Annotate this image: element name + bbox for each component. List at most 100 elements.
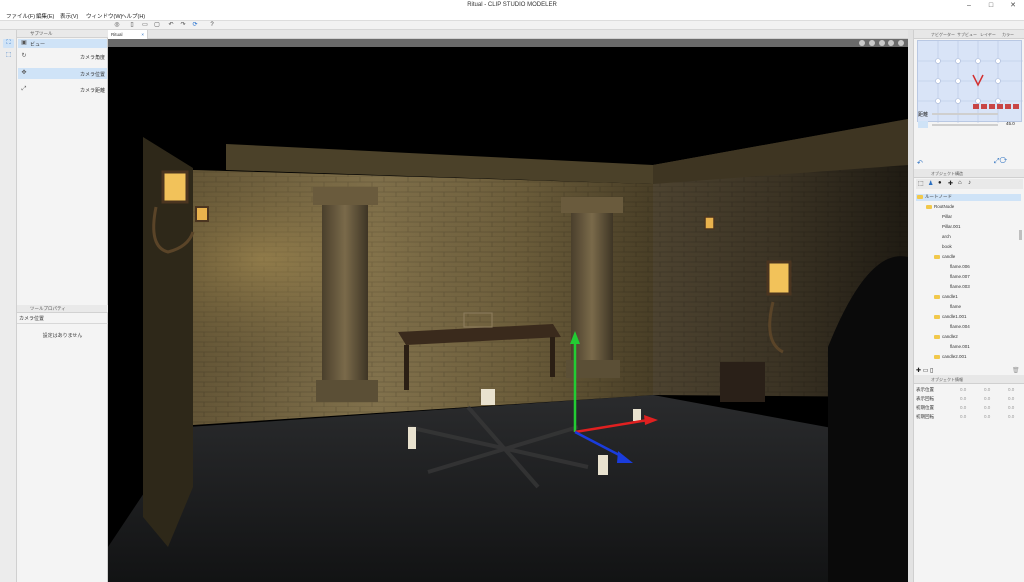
distance-slider[interactable] [932, 124, 998, 126]
window-title: Ritual - CLIP STUDIO MODELER [467, 2, 557, 8]
toolbar: ◎ ▯ ▭ ▢ ↶ ↷ ⟳ ? [0, 21, 1024, 30]
distance-slider-track[interactable] [932, 113, 998, 115]
tree-item-label: candle2 [942, 334, 958, 339]
tree-item[interactable]: flame.001 [950, 344, 970, 349]
transform-value[interactable]: 0.0 [984, 396, 990, 401]
menu-window[interactable]: ウィンドウ(W) [86, 12, 122, 20]
tree-item[interactable]: candle [934, 254, 955, 259]
transform-row-label: 初期回転 [916, 414, 934, 419]
view-rotate-icon[interactable] [868, 40, 875, 46]
tree-item[interactable]: Pillar.001 [942, 224, 961, 229]
minimize-icon[interactable]: – [958, 0, 980, 11]
tree-item[interactable]: arch [942, 234, 951, 239]
view-tool-icon[interactable]: ⛶ [3, 39, 14, 48]
tree-item[interactable]: candle2.001 [934, 354, 967, 359]
tree-item-label: candle1.001 [942, 314, 967, 319]
tree-item[interactable]: flame.007 [950, 274, 970, 279]
tab-object-structure[interactable]: オブジェクト構造 [931, 171, 963, 177]
new-file-icon[interactable]: ▯ [128, 22, 136, 29]
subtool-camera-distance[interactable]: ⤢ カメラ距離 [18, 84, 107, 95]
tree-item[interactable]: flame.004 [950, 324, 970, 329]
tree-item-label: Pillar [942, 214, 953, 219]
object-tool-icon-2[interactable]: ♟ [928, 180, 933, 187]
object-tool-icon[interactable]: ⬚ [3, 51, 14, 60]
tab-color[interactable]: カラー [1002, 32, 1014, 38]
redo-icon[interactable]: ↷ [179, 22, 187, 29]
transform-value[interactable]: 0.0 [960, 414, 966, 419]
transform-value[interactable]: 0.0 [1008, 387, 1014, 392]
refresh-icon[interactable]: ⟳ [191, 22, 199, 29]
view-grid-icon[interactable] [859, 40, 866, 46]
camera-icon[interactable]: ◎ [113, 22, 121, 29]
transform-value[interactable]: 0.0 [960, 387, 966, 392]
tree-item[interactable]: candle2 [934, 334, 958, 339]
menu-file[interactable]: ファイル(F) [6, 12, 35, 20]
3d-viewport[interactable] [108, 47, 908, 582]
transform-row: 初期位置 0.0 0.0 0.0 [916, 405, 1022, 411]
transform-value[interactable]: 0.0 [960, 396, 966, 401]
tree-item[interactable]: Pillar [942, 214, 952, 219]
tree-item[interactable]: RootNode [926, 204, 954, 209]
menu-view[interactable]: 表示(V) [60, 12, 78, 20]
maximize-icon[interactable]: □ [980, 0, 1002, 11]
fit-view-icon[interactable]: ⤢⟳ [994, 158, 1007, 166]
undo-view-icon[interactable]: ↶ [917, 159, 923, 167]
property-title: カメラ位置 [19, 316, 45, 322]
help-icon[interactable]: ? [208, 22, 216, 29]
subtool-tab[interactable]: サブツール [30, 31, 53, 37]
tree-item[interactable]: candle1 [934, 294, 958, 299]
tree-item-label: candle [942, 254, 956, 259]
transform-value[interactable]: 0.0 [1008, 414, 1014, 419]
view-pan-icon[interactable] [888, 40, 895, 46]
tool-palette: ⛶ ⬚ [0, 30, 17, 582]
object-tool-icon-3[interactable]: ● [938, 180, 942, 186]
tree-item-label: flame.004 [950, 324, 970, 329]
transform-value[interactable]: 0.0 [960, 405, 966, 410]
transform-value[interactable]: 0.0 [984, 387, 990, 392]
menu-help[interactable]: ヘルプ(H) [121, 12, 145, 20]
tab-subview[interactable]: サブビュー [957, 32, 977, 38]
property-empty-message: 設定はありません [42, 333, 83, 339]
tab-layer[interactable]: レイヤー [980, 32, 996, 38]
subtool-camera-angle[interactable]: ↻ カメラ角度 [18, 51, 107, 62]
tree-item[interactable]: flame [950, 304, 961, 309]
undo-icon[interactable]: ↶ [167, 22, 175, 29]
transform-value[interactable]: 0.0 [1008, 405, 1014, 410]
camera-position-icon: ✥ [21, 70, 27, 76]
object-tool-icon-6[interactable]: ♪ [968, 180, 971, 186]
close-icon[interactable]: ✕ [1002, 0, 1024, 11]
open-file-icon[interactable]: ▭ [141, 22, 149, 29]
transform-value[interactable]: 0.0 [984, 405, 990, 410]
document-tab[interactable]: Ritual × [108, 30, 148, 39]
distance-icon [918, 121, 928, 128]
view-group-header[interactable]: ▣ ビュー [18, 39, 107, 48]
object-tool-icon-1[interactable]: ⬚ [918, 180, 924, 187]
save-icon[interactable]: ▢ [153, 22, 161, 29]
tool-property-tab[interactable]: ツールプロパティ [30, 306, 66, 312]
tree-item[interactable]: flame.003 [950, 284, 970, 289]
object-tool-icon-4[interactable]: ✚ [948, 180, 953, 187]
tree-item-label: arch [942, 234, 951, 239]
tree-item-label: flame.003 [950, 284, 970, 289]
distance-value[interactable]: 45.0 [1006, 121, 1015, 126]
tree-item[interactable]: candle1.001 [934, 314, 967, 319]
close-tab-icon[interactable]: × [141, 32, 144, 37]
navigator-view[interactable] [917, 40, 1023, 123]
delete-icon[interactable]: 🗑 [1012, 367, 1020, 374]
transform-row: 初期回転 0.0 0.0 0.0 [916, 414, 1022, 420]
transform-value[interactable]: 0.0 [984, 414, 990, 419]
menu-edit[interactable]: 編集(E) [36, 12, 54, 20]
object-tool-icon-5[interactable]: ⌂ [958, 180, 962, 186]
tree-item[interactable]: book [942, 244, 952, 249]
subtool-camera-position[interactable]: ✥ カメラ位置 [18, 68, 107, 79]
tree-item[interactable]: flame.006 [950, 264, 970, 269]
tree-root[interactable]: ルートノード [916, 194, 1021, 201]
view-icon: ▣ [21, 40, 27, 46]
tree-scrollbar[interactable] [1019, 230, 1022, 240]
view-zoom-icon[interactable] [878, 40, 885, 46]
tab-object-info[interactable]: オブジェクト情報 [931, 377, 963, 383]
transform-value[interactable]: 0.0 [1008, 396, 1014, 401]
view-reset-icon[interactable] [898, 40, 904, 46]
tab-navigator[interactable]: ナビゲーター [931, 32, 955, 38]
add-icons[interactable]: ✚ ▭ ▯ [916, 367, 933, 374]
